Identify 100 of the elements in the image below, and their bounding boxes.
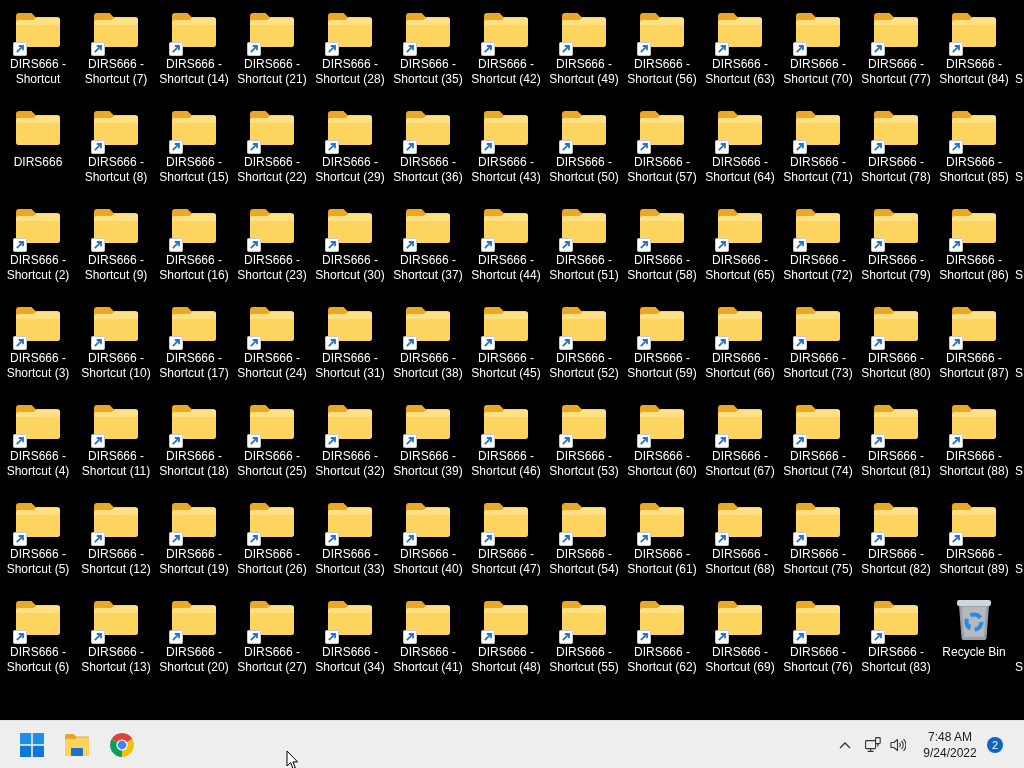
folder-icon[interactable] [16,209,60,243]
icon-label[interactable]: DIRS666 - Shortcut (71) [780,155,856,185]
icon-label[interactable]: S [1015,464,1023,479]
icon-label[interactable]: DIRS666 - Shortcut (12) [78,547,154,577]
icon-label[interactable]: DIRS666 - Shortcut (28) [312,57,388,87]
folder-icon[interactable] [250,307,294,341]
folder-icon[interactable] [952,111,996,145]
folder-icon[interactable] [640,405,684,439]
icon-label[interactable]: DIRS666 - Shortcut (87) [936,351,1012,381]
start-icon[interactable] [20,732,44,757]
icon-label[interactable]: DIRS666 - Shortcut (50) [546,155,622,185]
folder-icon[interactable] [94,111,138,145]
icon-label[interactable]: DIRS666 - Shortcut (30) [312,253,388,283]
icon-label[interactable]: DIRS666 - Shortcut (18) [156,449,232,479]
icon-label[interactable]: DIRS666 - Shortcut (68) [702,547,778,577]
icon-label[interactable]: DIRS666 - Shortcut (81) [858,449,934,479]
icon-label[interactable]: DIRS666 - Shortcut (47) [468,547,544,577]
folder-icon[interactable] [562,307,606,341]
folder-icon[interactable] [328,503,372,537]
chevron-up-icon[interactable] [839,740,851,749]
folder-icon[interactable] [94,209,138,243]
folder-icon[interactable] [796,111,840,145]
icon-label[interactable]: DIRS666 - Shortcut (56) [624,57,700,87]
icon-label[interactable]: DIRS666 - Shortcut (25) [234,449,310,479]
icon-label[interactable]: DIRS666 - Shortcut (76) [780,645,856,675]
icon-label[interactable]: DIRS666 - Shortcut (3) [0,351,76,381]
folder-icon[interactable] [484,111,528,145]
folder-icon[interactable] [484,307,528,341]
icon-label[interactable]: DIRS666 - Shortcut (21) [234,57,310,87]
clock-time[interactable]: 7:48 AM [928,728,972,745]
icon-label[interactable]: DIRS666 - Shortcut (43) [468,155,544,185]
folder-icon[interactable] [640,209,684,243]
folder-icon[interactable] [796,405,840,439]
icon-label[interactable]: S [1015,562,1023,577]
folder-icon[interactable] [16,601,60,635]
folder-icon[interactable] [874,405,918,439]
icon-label[interactable]: DIRS666 - Shortcut (17) [156,351,232,381]
icon-label[interactable]: DIRS666 - Shortcut (48) [468,645,544,675]
folder-icon[interactable] [562,405,606,439]
folder-icon[interactable] [484,13,528,47]
icon-label[interactable]: DIRS666 - Shortcut (26) [234,547,310,577]
icon-label[interactable]: DIRS666 - Shortcut (63) [702,57,778,87]
icon-label[interactable]: DIRS666 - Shortcut (46) [468,449,544,479]
icon-label[interactable]: DIRS666 - Shortcut (61) [624,547,700,577]
folder-icon[interactable] [250,13,294,47]
folder-icon[interactable] [328,601,372,635]
icon-label[interactable]: DIRS666 - Shortcut (36) [390,155,466,185]
icon-label[interactable]: S [1015,72,1023,87]
folder-icon[interactable] [406,307,450,341]
folder-icon[interactable] [406,503,450,537]
folder-icon[interactable] [640,601,684,635]
folder-icon[interactable] [874,13,918,47]
icon-label[interactable]: DIRS666 - Shortcut (20) [156,645,232,675]
icon-label[interactable]: DIRS666 - Shortcut (7) [78,57,154,87]
folder-icon[interactable] [484,601,528,635]
folder-icon[interactable] [796,601,840,635]
folder-icon[interactable] [718,307,762,341]
folder-icon[interactable] [874,111,918,145]
icon-label[interactable]: DIRS666 - Shortcut (53) [546,449,622,479]
icon-label[interactable]: DIRS666 - Shortcut (38) [390,351,466,381]
folder-icon[interactable] [796,503,840,537]
folder-icon[interactable] [874,307,918,341]
folder-icon[interactable] [406,405,450,439]
icon-label[interactable]: S [1015,268,1023,283]
icon-label[interactable]: DIRS666 - Shortcut (69) [702,645,778,675]
folder-icon[interactable] [172,209,216,243]
folder-icon[interactable] [172,405,216,439]
folder-icon[interactable] [718,503,762,537]
folder-icon[interactable] [562,503,606,537]
folder-icon[interactable] [484,209,528,243]
icon-label[interactable]: DIRS666 - Shortcut (35) [390,57,466,87]
folder-icon[interactable] [952,307,996,341]
icon-label[interactable]: DIRS666 - Shortcut (58) [624,253,700,283]
folder-icon[interactable] [640,503,684,537]
folder-icon[interactable] [16,405,60,439]
folder-icon[interactable] [406,13,450,47]
folder-icon[interactable] [16,111,60,145]
folder-icon[interactable] [640,13,684,47]
icon-label[interactable]: DIRS666 - Shortcut (85) [936,155,1012,185]
folder-icon[interactable] [250,111,294,145]
icon-label[interactable]: DIRS666 - Shortcut (65) [702,253,778,283]
icon-label[interactable]: S [1015,170,1023,185]
folder-icon[interactable] [874,503,918,537]
icon-label[interactable]: DIRS666 - Shortcut (78) [858,155,934,185]
folder-icon[interactable] [406,111,450,145]
folder-icon[interactable] [328,405,372,439]
icon-label[interactable]: DIRS666 - Shortcut (86) [936,253,1012,283]
folder-icon[interactable] [640,111,684,145]
folder-icon[interactable] [250,503,294,537]
icon-label[interactable]: DIRS666 - Shortcut (75) [780,547,856,577]
icon-label[interactable]: DIRS666 [13,155,63,170]
icon-label[interactable]: DIRS666 - Shortcut (51) [546,253,622,283]
folder-icon[interactable] [328,209,372,243]
folder-icon[interactable] [172,307,216,341]
icon-label[interactable]: DIRS666 - Shortcut (14) [156,57,232,87]
icon-label[interactable]: DIRS666 - Shortcut (89) [936,547,1012,577]
icon-label[interactable]: DIRS666 - Shortcut (13) [78,645,154,675]
icon-label[interactable]: DIRS666 - Shortcut (34) [312,645,388,675]
folder-icon[interactable] [250,601,294,635]
icon-label[interactable]: DIRS666 - Shortcut (32) [312,449,388,479]
